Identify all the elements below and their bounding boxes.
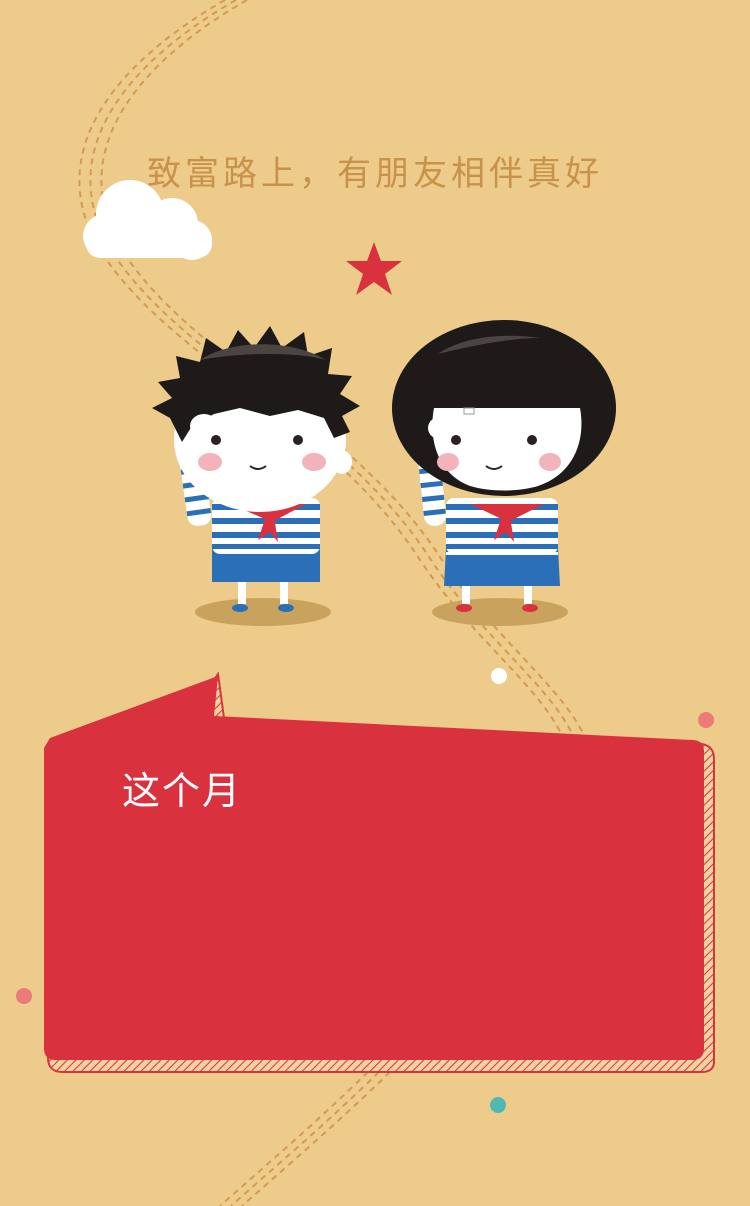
message-banner [44,671,715,1073]
teal-dot [490,1097,506,1113]
poster-page: 致富路上，有朋友相伴真好 这个月 [0,0,750,1206]
pink-dot-right [698,712,714,728]
girl-illustration [392,320,616,612]
white-dot [491,668,507,684]
boy-illustration [152,326,360,612]
pink-dot-left [16,988,32,1004]
cloud-icon [83,180,212,260]
kids-illustration [152,320,616,626]
banner-title: 这个月 [122,769,243,813]
